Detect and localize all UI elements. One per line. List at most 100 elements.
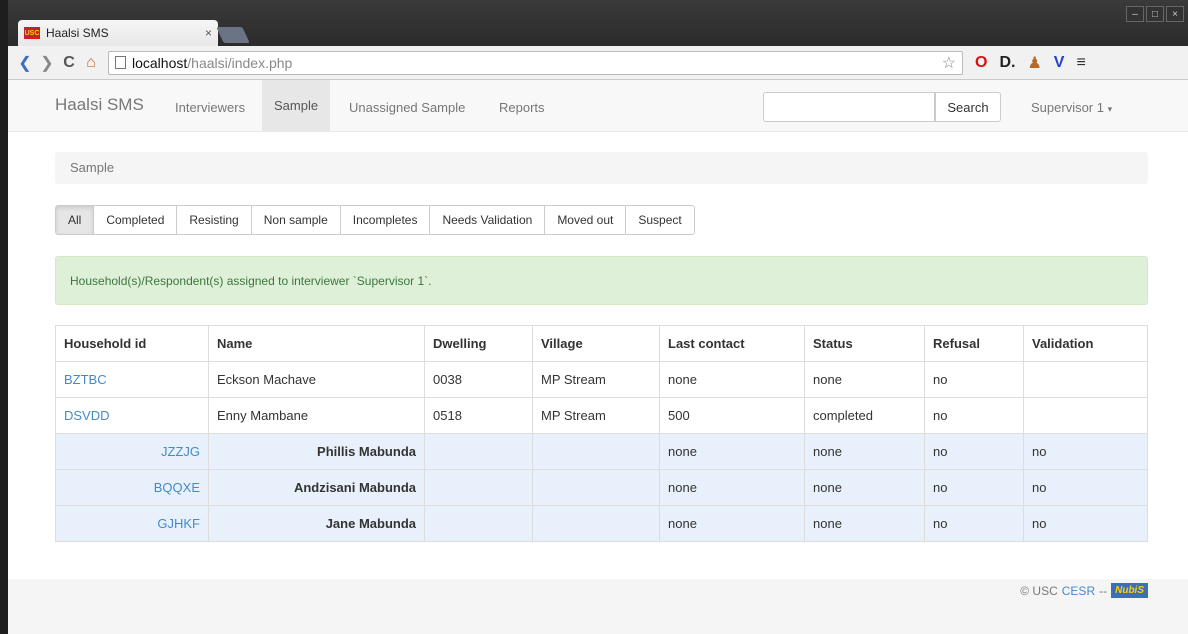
footer: © USC CESR -- NubiS xyxy=(8,579,1188,634)
brand-link[interactable]: Haalsi SMS xyxy=(55,95,144,115)
maximize-icon[interactable]: □ xyxy=(1146,6,1164,22)
respondent-id-link[interactable]: GJHKF xyxy=(55,505,209,542)
table-row: BQQXE Andzisani Mabunda none none no no xyxy=(55,469,1148,506)
refusal-cell: no xyxy=(924,397,1024,434)
table-row: DSVDD Enny Mambane 0518 MP Stream 500 co… xyxy=(55,397,1148,434)
home-icon[interactable]: ⌂ xyxy=(80,54,102,72)
filter-incompletes[interactable]: Incompletes xyxy=(339,205,431,235)
name-cell: Enny Mambane xyxy=(208,397,425,434)
village-cell xyxy=(532,469,660,506)
nav-sample[interactable]: Sample xyxy=(262,80,331,131)
reload-icon[interactable]: C xyxy=(58,54,80,72)
new-tab-button[interactable] xyxy=(216,27,250,43)
nav-unassigned-sample[interactable]: Unassigned Sample xyxy=(349,100,465,115)
user-name: Supervisor 1 xyxy=(1031,100,1104,115)
d-extension-icon[interactable]: D. xyxy=(999,54,1015,72)
last-contact-cell: 500 xyxy=(659,397,805,434)
col-status: Status xyxy=(804,325,925,362)
col-validation: Validation xyxy=(1023,325,1148,362)
url-path: /haalsi/index.php xyxy=(187,54,293,71)
refusal-cell: no xyxy=(924,361,1024,398)
name-cell: Jane Mabunda xyxy=(208,505,425,542)
filter-button-group: All Completed Resisting Non sample Incom… xyxy=(55,205,695,235)
ghostery-extension-icon[interactable]: ♟ xyxy=(1027,53,1041,73)
filter-suspect[interactable]: Suspect xyxy=(625,205,695,235)
status-cell: none xyxy=(804,433,925,470)
status-cell: none xyxy=(804,361,925,398)
last-contact-cell: none xyxy=(659,505,805,542)
minimize-icon[interactable]: – xyxy=(1126,6,1144,22)
table-row: BZTBC Eckson Machave 0038 MP Stream none… xyxy=(55,361,1148,398)
col-dwelling: Dwelling xyxy=(424,325,533,362)
tab-title: Haalsi SMS xyxy=(46,26,109,40)
search-button[interactable]: Search xyxy=(935,92,1001,122)
nav-reports[interactable]: Reports xyxy=(499,100,545,115)
household-id-link[interactable]: DSVDD xyxy=(55,397,209,434)
name-cell: Eckson Machave xyxy=(208,361,425,398)
user-menu[interactable]: Supervisor 1 ▾ xyxy=(1031,100,1112,115)
village-cell: MP Stream xyxy=(532,397,660,434)
filter-all[interactable]: All xyxy=(55,205,95,235)
filter-non-sample[interactable]: Non sample xyxy=(250,205,341,235)
table-header-row: Household id Name Dwelling Village Last … xyxy=(55,325,1148,362)
title-bar: USC Haalsi SMS × – □ × xyxy=(8,0,1188,46)
opera-extension-icon[interactable]: O xyxy=(975,54,987,72)
filter-completed[interactable]: Completed xyxy=(93,205,178,235)
close-window-icon[interactable]: × xyxy=(1166,6,1184,22)
village-cell: MP Stream xyxy=(532,361,660,398)
bookmark-star-icon[interactable]: ☆ xyxy=(942,53,956,73)
last-contact-cell: none xyxy=(659,469,805,506)
respondent-id-link[interactable]: BQQXE xyxy=(55,469,209,506)
browser-toolbar: ❮ ❯ C ⌂ localhost /haalsi/index.php ☆ O … xyxy=(8,46,1188,80)
last-contact-cell: none xyxy=(659,433,805,470)
nubis-logo[interactable]: NubiS xyxy=(1111,583,1148,598)
back-icon[interactable]: ❮ xyxy=(14,53,36,73)
village-cell xyxy=(532,433,660,470)
validation-cell xyxy=(1023,361,1148,398)
last-contact-cell: none xyxy=(659,361,805,398)
col-household-id: Household id xyxy=(55,325,209,362)
village-cell xyxy=(532,505,660,542)
filter-moved-out[interactable]: Moved out xyxy=(544,205,627,235)
web-page: Haalsi SMS Interviewers Sample Unassigne… xyxy=(8,80,1188,634)
footer-separator: -- xyxy=(1099,583,1108,598)
top-navbar: Haalsi SMS Interviewers Sample Unassigne… xyxy=(8,80,1188,132)
address-bar[interactable]: localhost /haalsi/index.php ☆ xyxy=(108,50,963,75)
dwelling-cell xyxy=(424,469,533,506)
success-alert: Household(s)/Respondent(s) assigned to i… xyxy=(55,256,1148,305)
name-cell: Andzisani Mabunda xyxy=(208,469,425,506)
filter-needs-validation[interactable]: Needs Validation xyxy=(429,205,546,235)
col-name: Name xyxy=(208,325,425,362)
forward-icon[interactable]: ❯ xyxy=(36,53,58,73)
cesr-link[interactable]: CESR xyxy=(1062,584,1095,598)
status-cell: none xyxy=(804,505,925,542)
breadcrumb: Sample xyxy=(55,152,1148,184)
url-host: localhost xyxy=(132,54,188,71)
v-extension-icon[interactable]: V xyxy=(1054,54,1065,72)
search-input[interactable] xyxy=(763,92,935,122)
refusal-cell: no xyxy=(924,433,1024,470)
validation-cell: no xyxy=(1023,469,1148,506)
status-cell: none xyxy=(804,469,925,506)
caret-down-icon: ▾ xyxy=(1107,104,1113,114)
table-row: GJHKF Jane Mabunda none none no no xyxy=(55,505,1148,542)
respondent-id-link[interactable]: JZZJG xyxy=(55,433,209,470)
refusal-cell: no xyxy=(924,505,1024,542)
dwelling-cell: 0518 xyxy=(424,397,533,434)
household-id-link[interactable]: BZTBC xyxy=(55,361,209,398)
menu-icon[interactable]: ≡ xyxy=(1076,54,1085,72)
page-icon xyxy=(115,56,126,69)
validation-cell: no xyxy=(1023,505,1148,542)
sample-table: Household id Name Dwelling Village Last … xyxy=(55,325,1148,542)
filter-resisting[interactable]: Resisting xyxy=(176,205,252,235)
col-last-contact: Last contact xyxy=(659,325,805,362)
col-refusal: Refusal xyxy=(924,325,1024,362)
table-row: JZZJG Phillis Mabunda none none no no xyxy=(55,433,1148,470)
nav-interviewers[interactable]: Interviewers xyxy=(175,100,245,115)
browser-tab[interactable]: USC Haalsi SMS × xyxy=(18,20,218,46)
browser-window: USC Haalsi SMS × – □ × ❮ ❯ C ⌂ localhost… xyxy=(8,0,1188,634)
copyright-text: © USC xyxy=(1020,583,1058,598)
usc-favicon-icon: USC xyxy=(24,27,40,39)
validation-cell xyxy=(1023,397,1148,434)
tab-close-icon[interactable]: × xyxy=(205,26,212,40)
